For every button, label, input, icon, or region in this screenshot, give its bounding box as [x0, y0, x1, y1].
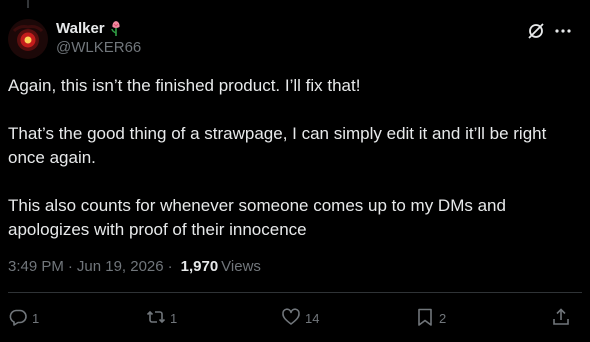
views-count[interactable]: 1,970 [181, 258, 219, 275]
reply-count: 1 [32, 310, 40, 326]
thread-line [27, 0, 29, 8]
action-bar: 1 1 14 2 [8, 306, 580, 330]
tweet-meta: 3:49 PM · Jun 19, 2026 · 1,970 Views [8, 258, 261, 275]
bookmark-count: 2 [439, 310, 447, 326]
tweet-date[interactable]: Jun 19, 2026 [77, 258, 164, 275]
tweet-text: Again, this isn’t the finished product. … [8, 74, 580, 242]
handle[interactable]: @WLKER66 [56, 39, 141, 56]
bookmark-icon [415, 307, 435, 330]
meta-separator: · [167, 258, 173, 275]
share-button[interactable] [551, 306, 571, 330]
flower-icon [109, 19, 123, 37]
more-icon[interactable] [554, 22, 572, 40]
meta-separator: · [67, 258, 73, 275]
reply-button[interactable]: 1 [8, 306, 39, 330]
grok-icon[interactable] [527, 22, 545, 40]
like-button[interactable]: 14 [281, 306, 319, 330]
views-label: Views [221, 258, 261, 275]
user-info: Walker @WLKER66 [56, 18, 141, 57]
tweet-paragraph: That’s the good thing of a strawpage, I … [8, 124, 547, 167]
repost-icon [146, 307, 166, 330]
repost-button[interactable]: 1 [146, 306, 177, 330]
display-name[interactable]: Walker [56, 20, 105, 37]
share-icon [551, 307, 571, 330]
reply-icon [8, 307, 28, 330]
divider [8, 292, 582, 293]
tweet-paragraph: This also counts for whenever someone co… [8, 196, 506, 239]
repost-count: 1 [170, 310, 178, 326]
tweet-time[interactable]: 3:49 PM [8, 258, 64, 275]
heart-icon [281, 307, 301, 330]
bookmark-button[interactable]: 2 [415, 306, 446, 330]
like-count: 14 [305, 310, 320, 326]
avatar[interactable] [8, 19, 48, 59]
name-row: Walker [56, 18, 141, 38]
avatar-image [8, 19, 48, 59]
tweet-paragraph: Again, this isn’t the finished product. … [8, 76, 361, 95]
tweet: Walker @WLKER66 Again, this isn’t the fi… [0, 0, 590, 342]
